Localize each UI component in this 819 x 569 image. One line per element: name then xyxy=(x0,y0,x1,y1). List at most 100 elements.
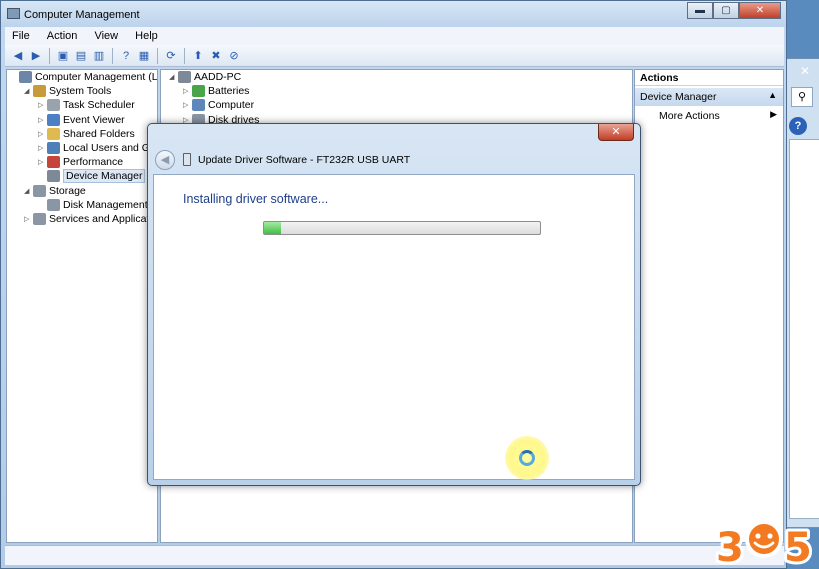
shared-folder-icon xyxy=(47,127,60,140)
performance-icon xyxy=(47,156,60,169)
expand-arrow-icon[interactable]: ◢ xyxy=(24,187,33,195)
tree-item-label: Shared Folders xyxy=(63,127,135,140)
tree-item[interactable]: ▷ Event Viewer xyxy=(38,113,125,127)
tree-item-label: Performance xyxy=(63,156,124,169)
close-button[interactable]: ✕ xyxy=(739,2,781,19)
actions-pane: Actions Device Manager ▲ More Actions ▶ xyxy=(634,69,784,543)
expand-arrow-icon[interactable]: ◢ xyxy=(169,73,178,81)
show-hide-tree-icon[interactable]: ▤ xyxy=(73,48,89,64)
storage-icon xyxy=(33,184,46,197)
maximize-button[interactable]: ▢ xyxy=(713,2,739,19)
tree-item[interactable]: Disk Management xyxy=(38,198,148,212)
uninstall-icon[interactable]: ✖ xyxy=(208,48,224,64)
computer-icon xyxy=(192,99,205,112)
menubar: File Action View Help xyxy=(5,27,784,45)
svg-text:3: 3 xyxy=(716,525,744,567)
install-progress-fill xyxy=(264,222,281,234)
background-search-icon[interactable]: ⚲ xyxy=(791,87,813,107)
tree-item[interactable]: ▷ Shared Folders xyxy=(38,127,135,141)
event-viewer-icon xyxy=(47,113,60,126)
tree-item[interactable]: Computer Management (Local xyxy=(10,70,158,84)
forward-arrow-icon[interactable]: ▶ xyxy=(28,48,44,64)
tree-item-label: Storage xyxy=(49,184,86,197)
dialog-content: Installing driver software... xyxy=(153,174,635,480)
expand-arrow-icon[interactable]: ▷ xyxy=(24,215,33,223)
tree-item[interactable]: ◢ System Tools xyxy=(24,84,111,98)
export-list-icon[interactable]: ▥ xyxy=(91,48,107,64)
expand-arrow-icon[interactable]: ▷ xyxy=(38,144,47,152)
tree-item-label: Task Scheduler xyxy=(63,99,135,112)
collapse-up-icon[interactable]: ▲ xyxy=(768,90,777,100)
device-tree-item[interactable]: ▷ Batteries xyxy=(183,84,249,98)
background-help-icon[interactable]: ? xyxy=(789,117,807,135)
update-driver-icon[interactable]: ⬆ xyxy=(190,48,206,64)
busy-spinner-icon xyxy=(519,450,535,466)
actions-section-device-manager[interactable]: Device Manager ▲ xyxy=(635,88,783,106)
expand-arrow-icon[interactable]: ▷ xyxy=(38,158,47,166)
tree-item-label: Disk Management xyxy=(63,198,148,211)
window-title: Computer Management xyxy=(24,9,140,21)
device-tree-item[interactable]: ▷ Computer xyxy=(183,98,254,112)
battery-icon xyxy=(192,85,205,98)
device-manager-icon xyxy=(47,170,60,183)
menu-file[interactable]: File xyxy=(5,27,37,45)
actions-header: Actions xyxy=(635,70,783,86)
device-tree-label: AADD-PC xyxy=(194,71,242,83)
clock-icon xyxy=(47,99,60,112)
dialog-back-button[interactable]: ◀ xyxy=(155,150,175,170)
tree-item-label: Computer Management (Local xyxy=(35,71,158,83)
tree-item-label: System Tools xyxy=(49,85,112,98)
help-icon[interactable]: ? xyxy=(118,48,134,64)
actions-section-label: Device Manager xyxy=(640,91,717,103)
cursor-highlight xyxy=(505,436,549,480)
minimize-button[interactable]: ▬ xyxy=(687,2,713,19)
expand-arrow-icon[interactable]: ▷ xyxy=(38,116,47,124)
back-arrow-icon[interactable]: ◀ xyxy=(10,48,26,64)
submenu-arrow-icon: ▶ xyxy=(770,109,777,119)
expand-arrow-icon[interactable]: ◢ xyxy=(24,87,33,95)
titlebar[interactable]: Computer Management ▬ ▢ ✕ xyxy=(1,1,786,27)
expand-arrow-icon[interactable]: ▷ xyxy=(183,87,192,95)
tree-item[interactable]: ◢ Storage xyxy=(24,184,86,198)
menu-help[interactable]: Help xyxy=(128,27,165,45)
menu-action[interactable]: Action xyxy=(40,27,85,45)
watermark-logo: 3 3 5 5 xyxy=(713,520,815,567)
usb-device-icon xyxy=(183,153,191,166)
expand-arrow-icon[interactable]: ▷ xyxy=(183,101,192,109)
tree-item-label: Device Manager xyxy=(63,169,146,184)
background-close-icon[interactable]: ✕ xyxy=(791,63,819,80)
background-window: ✕ ⚲ ? xyxy=(786,58,819,528)
expand-arrow-icon[interactable]: ▷ xyxy=(38,130,47,138)
computer-management-app-icon xyxy=(7,8,20,19)
tools-icon xyxy=(33,85,46,98)
expand-arrow-icon[interactable]: ▷ xyxy=(38,101,47,109)
dialog-close-button[interactable]: ✕ xyxy=(598,124,634,141)
svg-text:5: 5 xyxy=(784,525,812,567)
scan-hardware-icon[interactable]: ⟳ xyxy=(163,48,179,64)
tree-item-label: Services and Applications xyxy=(49,213,158,225)
tree-item[interactable]: ▷ Task Scheduler xyxy=(38,98,135,112)
computer-management-icon xyxy=(19,71,32,83)
installing-heading: Installing driver software... xyxy=(183,192,329,206)
tree-item[interactable]: ▷ Performance xyxy=(38,155,123,169)
device-tree-label: Computer xyxy=(208,99,255,112)
tree-item[interactable]: Device Manager xyxy=(38,169,146,184)
more-actions-label: More Actions xyxy=(659,110,720,122)
toolbar: ◀ ▶ ▣ ▤ ▥ ? ▦ ⟳ ⬆ ✖ ⊘ xyxy=(5,45,784,67)
update-driver-dialog: ✕ ◀ Update Driver Software - FT232R USB … xyxy=(147,123,641,486)
menu-view[interactable]: View xyxy=(87,27,125,45)
up-folder-icon[interactable]: ▣ xyxy=(55,48,71,64)
disable-device-icon[interactable]: ⊘ xyxy=(226,48,242,64)
show-hide-action-pane-icon[interactable]: ▦ xyxy=(136,48,152,64)
toolbar-divider xyxy=(184,47,185,64)
tree-item[interactable]: ▷ Local Users and Group xyxy=(38,141,157,155)
pc-icon xyxy=(178,71,191,83)
more-actions-item[interactable]: More Actions ▶ xyxy=(635,106,783,122)
dialog-title: Update Driver Software - FT232R USB UART xyxy=(198,154,411,166)
device-tree-item[interactable]: ◢ AADD-PC xyxy=(169,70,241,84)
console-tree: Computer Management (Local◢System Tools▷… xyxy=(6,69,158,543)
tree-item[interactable]: ▷ Services and Applications xyxy=(24,212,158,226)
install-progress-bar xyxy=(263,221,541,235)
background-window-body xyxy=(789,139,819,519)
toolbar-divider xyxy=(112,47,113,64)
